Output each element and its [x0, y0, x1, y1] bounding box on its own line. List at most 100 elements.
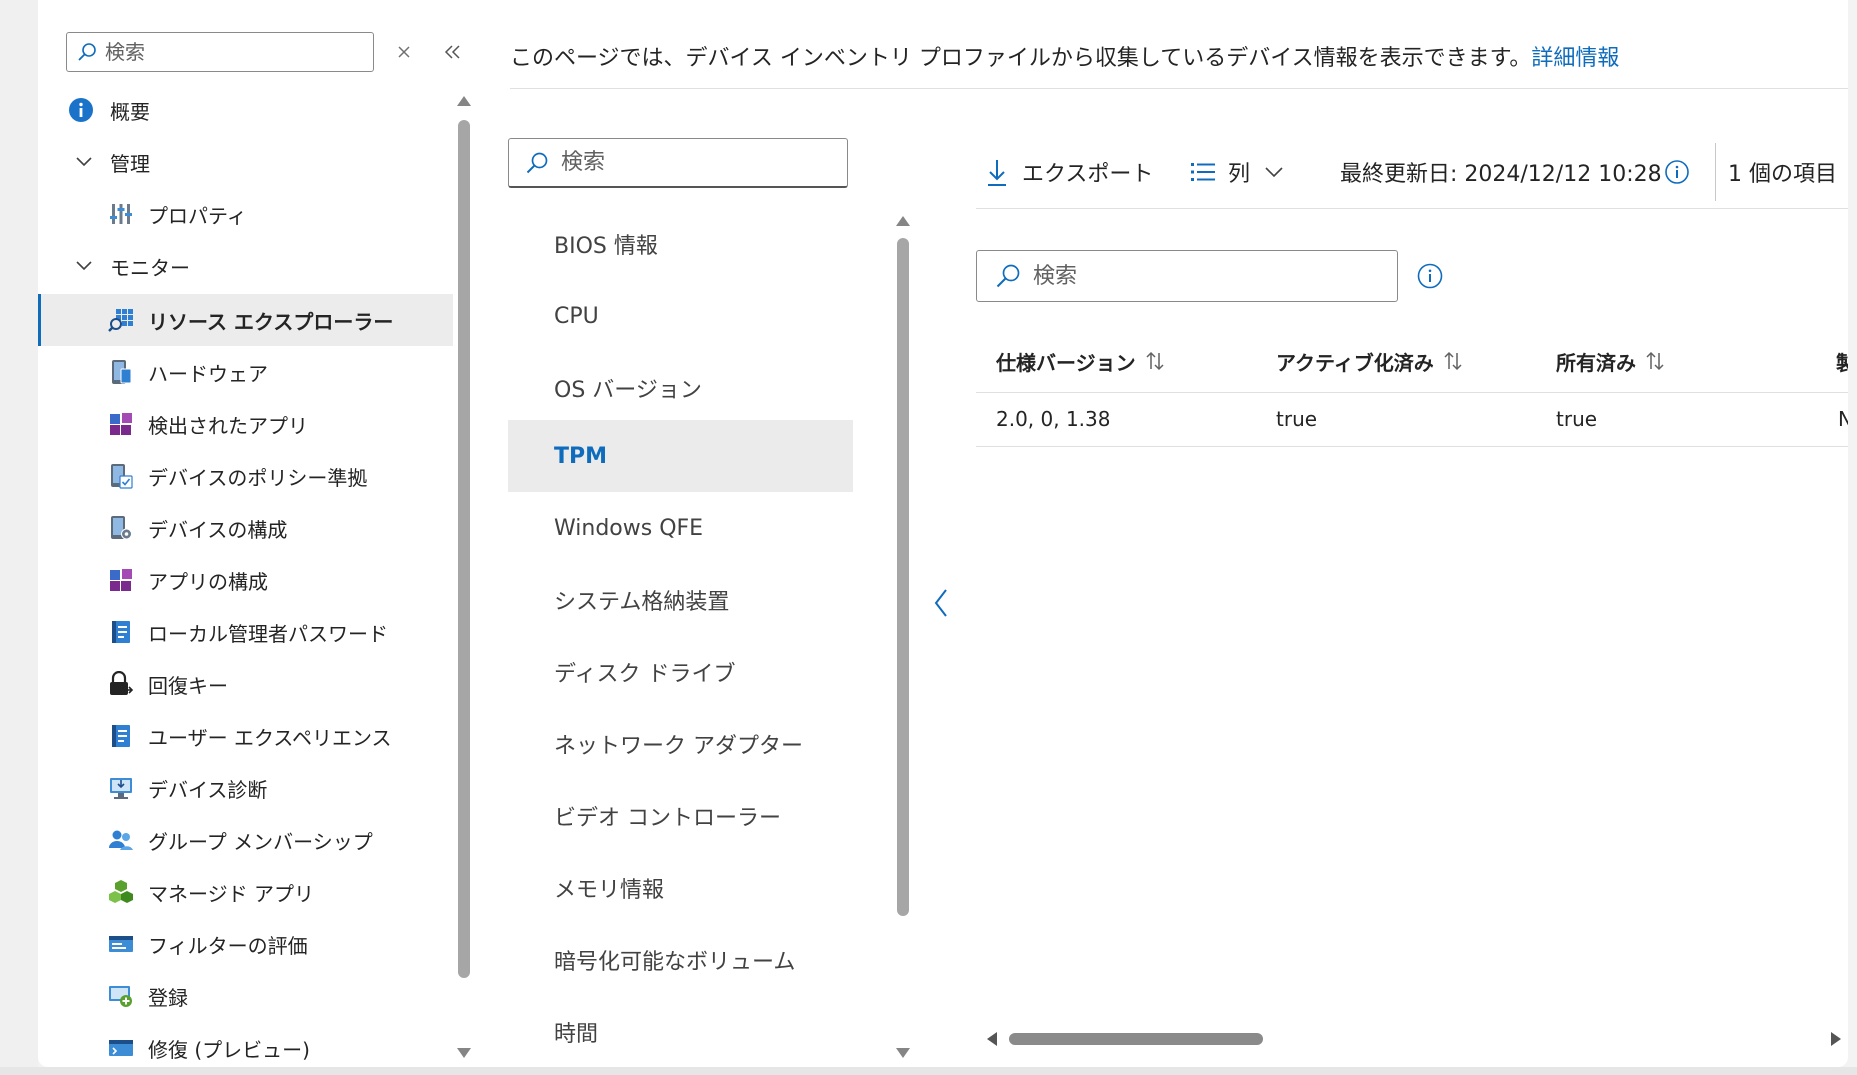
collapse-nav-icon[interactable] [438, 37, 468, 67]
nav-search-box[interactable] [66, 32, 374, 72]
nav-item-managed-apps[interactable]: マネージド アプリ [38, 866, 453, 918]
search-icon [525, 151, 549, 175]
category-item-time[interactable]: 時間 [508, 996, 853, 1067]
nav-item-device-diagnostics[interactable]: デバイス診断 [38, 762, 453, 814]
remediation-icon [108, 1035, 134, 1061]
item-count-text: 1 個の項目 [1728, 162, 1837, 187]
info-icon [68, 97, 94, 123]
column-header-label: 製 [1836, 350, 1848, 375]
grid-search-input[interactable] [1033, 263, 1373, 289]
resource-explorer-icon [108, 307, 134, 333]
app-configuration-icon [108, 567, 134, 593]
nav-item-resource-explorer[interactable]: リソース エクスプローラー [38, 294, 453, 346]
category-item-video-controller[interactable]: ビデオ コントローラー [508, 780, 853, 852]
content-canvas: 概要 管理 プロパティ モニター [38, 0, 1848, 1067]
grid-horizontal-scrollbar[interactable] [983, 1030, 1848, 1048]
toolbar-separator [1715, 143, 1716, 201]
chevron-down-icon [72, 150, 96, 174]
chevron-down-icon [1264, 165, 1284, 179]
nav-item-filter-evaluation[interactable]: フィルターの評価 [38, 918, 453, 970]
category-item-system-enclosure[interactable]: システム格納装置 [508, 564, 853, 636]
chevron-left-icon [933, 588, 949, 618]
column-header-activated[interactable]: アクティブ化済み [1276, 330, 1464, 392]
columns-button[interactable]: 列 [1190, 150, 1284, 194]
scroll-left-arrow-icon[interactable] [987, 1032, 997, 1046]
info-circle-icon [1664, 159, 1690, 185]
nav-scrollbar-thumb[interactable] [458, 120, 470, 978]
nav-item-properties[interactable]: プロパティ [38, 188, 453, 240]
last-updated-info-button[interactable] [1664, 150, 1690, 194]
header-divider [510, 88, 1848, 89]
nav-item-discovered-apps[interactable]: 検出されたアプリ [38, 398, 453, 450]
category-search-box[interactable] [508, 138, 848, 188]
nav-item-label: 登録 [148, 985, 188, 1010]
download-icon [986, 157, 1008, 187]
nav-search-input[interactable] [105, 40, 345, 64]
category-scrollbar[interactable] [896, 212, 910, 1062]
nav-item-label: アプリの構成 [148, 569, 268, 594]
user-experience-icon [108, 723, 134, 749]
column-header-label: アクティブ化済み [1276, 350, 1434, 375]
nav-scrollbar[interactable] [457, 92, 471, 1062]
category-item-os-version[interactable]: OS バージョン [508, 352, 853, 424]
nav-item-remediation[interactable]: 修復 (プレビュー) [38, 1022, 453, 1067]
category-item-memory-info[interactable]: メモリ情報 [508, 852, 853, 924]
scroll-down-arrow-icon[interactable] [457, 1048, 471, 1058]
page-description-text: このページでは、デバイス インベントリ プロファイルから収集しているデバイス情報… [510, 46, 1532, 71]
sort-icon [1644, 350, 1666, 372]
nav-group-monitor[interactable]: モニター [38, 240, 453, 292]
grid-search-box[interactable] [976, 250, 1398, 302]
cell-manufacturer: N [1838, 407, 1848, 431]
collapse-category-panel-button[interactable] [928, 585, 954, 621]
nav-item-group-membership[interactable]: グループ メンバーシップ [38, 814, 453, 866]
info-circle-icon[interactable] [1416, 262, 1444, 290]
clear-search-icon[interactable] [390, 38, 418, 66]
nav-item-label: モニター [110, 255, 190, 280]
nav-item-device-compliance[interactable]: デバイスのポリシー準拠 [38, 450, 453, 502]
nav-item-hardware[interactable]: ハードウェア [38, 346, 453, 398]
category-item-disk-drive[interactable]: ディスク ドライブ [508, 636, 853, 708]
discovered-apps-icon [108, 411, 134, 437]
category-item-encryptable-volume[interactable]: 暗号化可能なボリューム [508, 924, 853, 996]
window-left-edge [0, 0, 38, 1075]
scroll-down-arrow-icon[interactable] [896, 1048, 910, 1058]
nav-group-manage[interactable]: 管理 [38, 136, 453, 188]
scroll-up-arrow-icon[interactable] [896, 216, 910, 226]
tpm-data-grid: 仕様バージョン アクティブ化済み 所有済み 製 2.0, 0, 1.38 tru… [976, 330, 1848, 450]
category-item-bios[interactable]: BIOS 情報 [508, 208, 853, 280]
learn-more-link[interactable]: 詳細情報 [1531, 46, 1619, 71]
nav-item-enrollment[interactable]: 登録 [38, 970, 453, 1022]
nav-item-device-configuration[interactable]: デバイスの構成 [38, 502, 453, 554]
category-scrollbar-thumb[interactable] [897, 238, 909, 916]
category-item-tpm[interactable]: TPM [508, 420, 853, 492]
column-header-spec-version[interactable]: 仕様バージョン [996, 330, 1166, 392]
grid-scrollbar-thumb[interactable] [1009, 1033, 1263, 1045]
search-icon [995, 263, 1021, 289]
nav-item-label: デバイス診断 [148, 777, 268, 802]
category-search-input[interactable] [561, 150, 821, 175]
export-button[interactable]: エクスポート [986, 150, 1153, 194]
group-membership-icon [108, 827, 134, 853]
row-divider [976, 446, 1848, 447]
nav-item-label: 修復 (プレビュー) [148, 1037, 310, 1062]
scroll-up-arrow-icon[interactable] [457, 96, 471, 106]
nav-item-label: ハードウェア [148, 361, 268, 386]
cell-owned: true [1556, 407, 1598, 431]
local-admin-password-icon [108, 619, 134, 645]
scroll-right-arrow-icon[interactable] [1831, 1032, 1841, 1046]
managed-apps-icon [108, 879, 134, 905]
cell-activated: true [1276, 407, 1318, 431]
nav-item-overview[interactable]: 概要 [38, 84, 453, 136]
column-header-manufacturer[interactable]: 製 [1836, 330, 1848, 392]
column-header-owned[interactable]: 所有済み [1556, 330, 1666, 392]
category-item-windows-qfe[interactable]: Windows QFE [508, 492, 853, 564]
category-item-cpu[interactable]: CPU [508, 280, 853, 352]
nav-item-app-configuration[interactable]: アプリの構成 [38, 554, 453, 606]
column-header-label: 所有済み [1556, 350, 1636, 375]
nav-item-user-experience[interactable]: ユーザー エクスペリエンス [38, 710, 453, 762]
category-item-network-adapter[interactable]: ネットワーク アダプター [508, 708, 853, 780]
nav-item-label: 管理 [110, 151, 150, 176]
nav-item-recovery-key[interactable]: 回復キー [38, 658, 453, 710]
nav-item-local-admin-password[interactable]: ローカル管理者パスワード [38, 606, 453, 658]
sort-icon [1144, 350, 1166, 372]
